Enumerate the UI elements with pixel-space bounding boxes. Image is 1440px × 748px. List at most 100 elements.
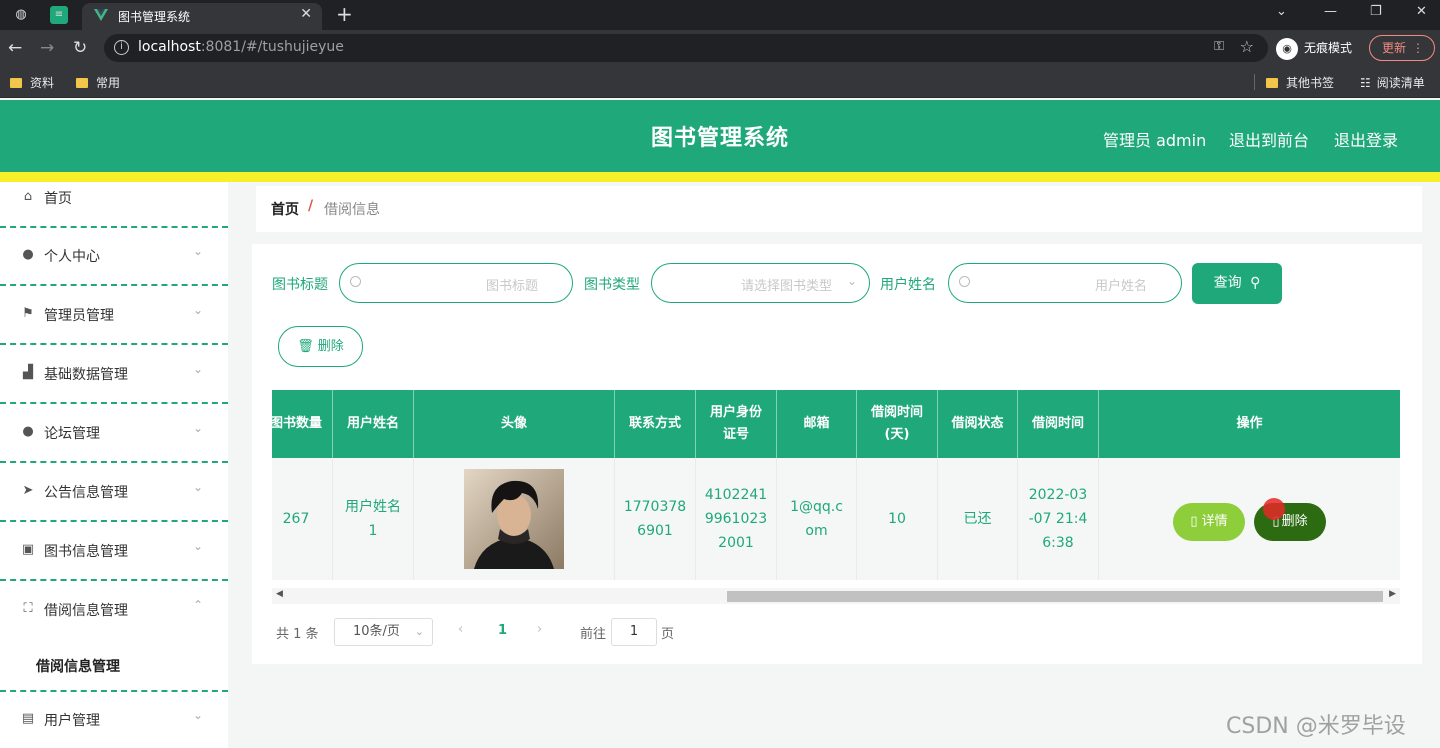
reading-list-icon: ☷: [1360, 76, 1371, 90]
app-favicon-icon[interactable]: ≡: [50, 6, 68, 24]
table-horizontal-scrollbar[interactable]: ◀ ▶: [272, 588, 1400, 604]
scrollbar-thumb[interactable]: [727, 591, 1383, 602]
browser-tab-bar: ◍ ≡ 图书管理系统 ✕ + ⌄ — ❐ ✕: [0, 0, 1440, 30]
globe-icon[interactable]: ◍: [10, 5, 32, 25]
user-avatar-image: [464, 469, 564, 569]
breadcrumb-home[interactable]: 首页: [271, 199, 299, 219]
sidebar-subitem-label: 借阅信息管理: [36, 659, 120, 675]
bookmark-folder[interactable]: 常用: [76, 74, 120, 91]
sidebar-item-label: 论坛管理: [44, 426, 100, 442]
user-search-placeholder: 用户姓名: [1095, 279, 1148, 294]
doc-icon: ▤: [21, 711, 35, 726]
detail-button[interactable]: ▯ 详情: [1173, 503, 1245, 541]
doc-icon: ▯: [1190, 514, 1198, 529]
tab-search-icon[interactable]: ⌄: [1276, 4, 1287, 19]
minimize-icon[interactable]: —: [1324, 4, 1337, 19]
type-select[interactable]: 请选择图书类型 ⌄: [651, 263, 870, 303]
watermark: CSDN @米罗毕设: [1226, 714, 1406, 739]
query-button[interactable]: 查询 ⚲: [1192, 263, 1282, 304]
search-icon: ⚲: [1250, 275, 1261, 291]
page-number-current[interactable]: 1: [498, 623, 507, 638]
batch-delete-button[interactable]: 🗑 删除: [278, 326, 363, 367]
sidebar-item-label: 基础数据管理: [44, 367, 128, 383]
user-search-input[interactable]: 用户姓名: [948, 263, 1182, 303]
back-to-front-link[interactable]: 退出到前台: [1229, 127, 1309, 151]
restore-icon[interactable]: ❐: [1370, 4, 1382, 19]
key-icon[interactable]: ⚿: [1214, 39, 1224, 54]
sidebar: ⌂ 首页 ● 个人中心 ⌄ ⚑ 管理员管理 ⌄ ▟ 基础数据管理 ⌄ ● 论坛管…: [0, 182, 228, 748]
sidebar-item-basic-data[interactable]: ▟ 基础数据管理 ⌄: [0, 346, 228, 404]
scroll-right-icon[interactable]: ▶: [1389, 589, 1396, 599]
title-search-input[interactable]: 图书标题: [339, 263, 573, 303]
app-header: 图书管理系统 管理员 admin 退出到前台 退出登录: [0, 100, 1440, 172]
update-button[interactable]: 更新 ⋮: [1369, 35, 1435, 61]
bookmark-separator: [1254, 74, 1255, 90]
cell-days: 10: [857, 458, 938, 580]
app-title: 图书管理系统: [650, 126, 789, 151]
col-header-id-card: 用户身份 证号: [696, 390, 777, 458]
sidebar-item-admin[interactable]: ⚑ 管理员管理 ⌄: [0, 287, 228, 345]
forward-icon[interactable]: →: [40, 38, 54, 58]
chevron-down-icon: ⌄: [193, 539, 204, 553]
cell-id-card: 4102241 9961023 2001: [696, 458, 777, 580]
detail-button-label: 详情: [1201, 514, 1228, 529]
cell-actions: [1099, 458, 1400, 580]
new-tab-icon[interactable]: +: [336, 2, 353, 26]
reading-list[interactable]: ☷ 阅读清单: [1360, 74, 1425, 91]
bookmark-folder[interactable]: 其他书签: [1266, 74, 1334, 91]
next-page-icon[interactable]: ›: [537, 622, 542, 637]
bookmark-folder[interactable]: 资料: [10, 74, 54, 91]
page-size-select[interactable]: 10条/页 ⌄: [334, 618, 433, 646]
tab-title: 图书管理系统: [118, 10, 191, 24]
scroll-left-icon[interactable]: ◀: [276, 589, 283, 599]
send-icon: ➤: [22, 483, 34, 498]
url-input[interactable]: i localhost:8081/#/tushujieyue ⚿ ☆: [104, 34, 1268, 62]
breadcrumb-current: 借阅信息: [324, 202, 380, 218]
bookmarks-bar: 资料 常用 其他书签 ☷ 阅读清单: [0, 66, 1440, 98]
logout-link[interactable]: 退出登录: [1334, 127, 1398, 151]
sidebar-item-forum[interactable]: ● 论坛管理 ⌄: [0, 405, 228, 463]
user-search-label: 用户姓名: [880, 277, 936, 293]
tab-close-icon[interactable]: ✕: [300, 6, 312, 22]
sidebar-item-home[interactable]: ⌂ 首页: [0, 170, 228, 228]
back-icon[interactable]: ←: [8, 38, 22, 58]
browser-tab-active[interactable]: 图书管理系统 ✕: [82, 3, 322, 30]
prev-page-icon[interactable]: ‹: [458, 622, 463, 637]
title-search-placeholder: 图书标题: [486, 279, 539, 294]
reload-icon[interactable]: ↻: [73, 38, 87, 58]
chevron-down-icon: ⌄: [193, 421, 204, 435]
close-window-icon[interactable]: ✕: [1416, 4, 1427, 19]
col-header-count: 图书数量: [272, 390, 333, 458]
sidebar-item-label: 公告信息管理: [44, 485, 128, 501]
briefcase-icon: ▣: [21, 542, 35, 557]
query-button-label: 查询: [1213, 275, 1242, 291]
sidebar-item-label: 首页: [44, 191, 72, 207]
col-header-borrow-time: 借阅时间: [1018, 390, 1099, 458]
admin-label: 管理员 admin: [1103, 131, 1207, 150]
cell-user-name: 用户姓名 1: [333, 458, 414, 580]
user-icon: ●: [22, 424, 34, 439]
star-icon[interactable]: ☆: [1240, 37, 1254, 56]
chevron-down-icon: ⌄: [414, 625, 424, 638]
info-icon[interactable]: i: [114, 40, 129, 55]
page-suffix-label: 页: [661, 627, 675, 642]
goto-page-input[interactable]: 1: [611, 618, 657, 646]
chevron-down-icon: ⌄: [193, 480, 204, 494]
sidebar-item-profile[interactable]: ● 个人中心 ⌄: [0, 228, 228, 286]
sidebar-item-books[interactable]: ▣ 图书信息管理 ⌄: [0, 523, 228, 581]
address-bar: ← → ↻ i localhost:8081/#/tushujieyue ⚿ ☆…: [0, 30, 1440, 66]
sidebar-subitem-borrow-manage[interactable]: 借阅信息管理: [0, 642, 228, 692]
col-header-email: 邮箱: [777, 390, 857, 458]
borrow-table: 图书数量 用户姓名 头像 联系方式 用户身份 证号 邮箱 借阅时间 (天) 借阅…: [272, 390, 1400, 604]
more-icon: ⋮: [1412, 41, 1424, 55]
sidebar-item-users[interactable]: ▤ 用户管理 ⌄: [0, 692, 228, 748]
sidebar-item-borrow[interactable]: ⛶ 借阅信息管理 ⌃: [0, 582, 228, 640]
sidebar-item-label: 图书信息管理: [44, 544, 128, 560]
chevron-up-icon: ⌃: [193, 598, 204, 612]
sidebar-item-notice[interactable]: ➤ 公告信息管理 ⌄: [0, 464, 228, 522]
chevron-down-icon: ⌄: [193, 708, 204, 722]
row-delete-label: 删除: [1281, 514, 1308, 529]
folder-icon: [76, 78, 88, 88]
title-search-label: 图书标题: [272, 277, 328, 293]
incognito-indicator[interactable]: ◉ 无痕模式: [1276, 36, 1352, 60]
